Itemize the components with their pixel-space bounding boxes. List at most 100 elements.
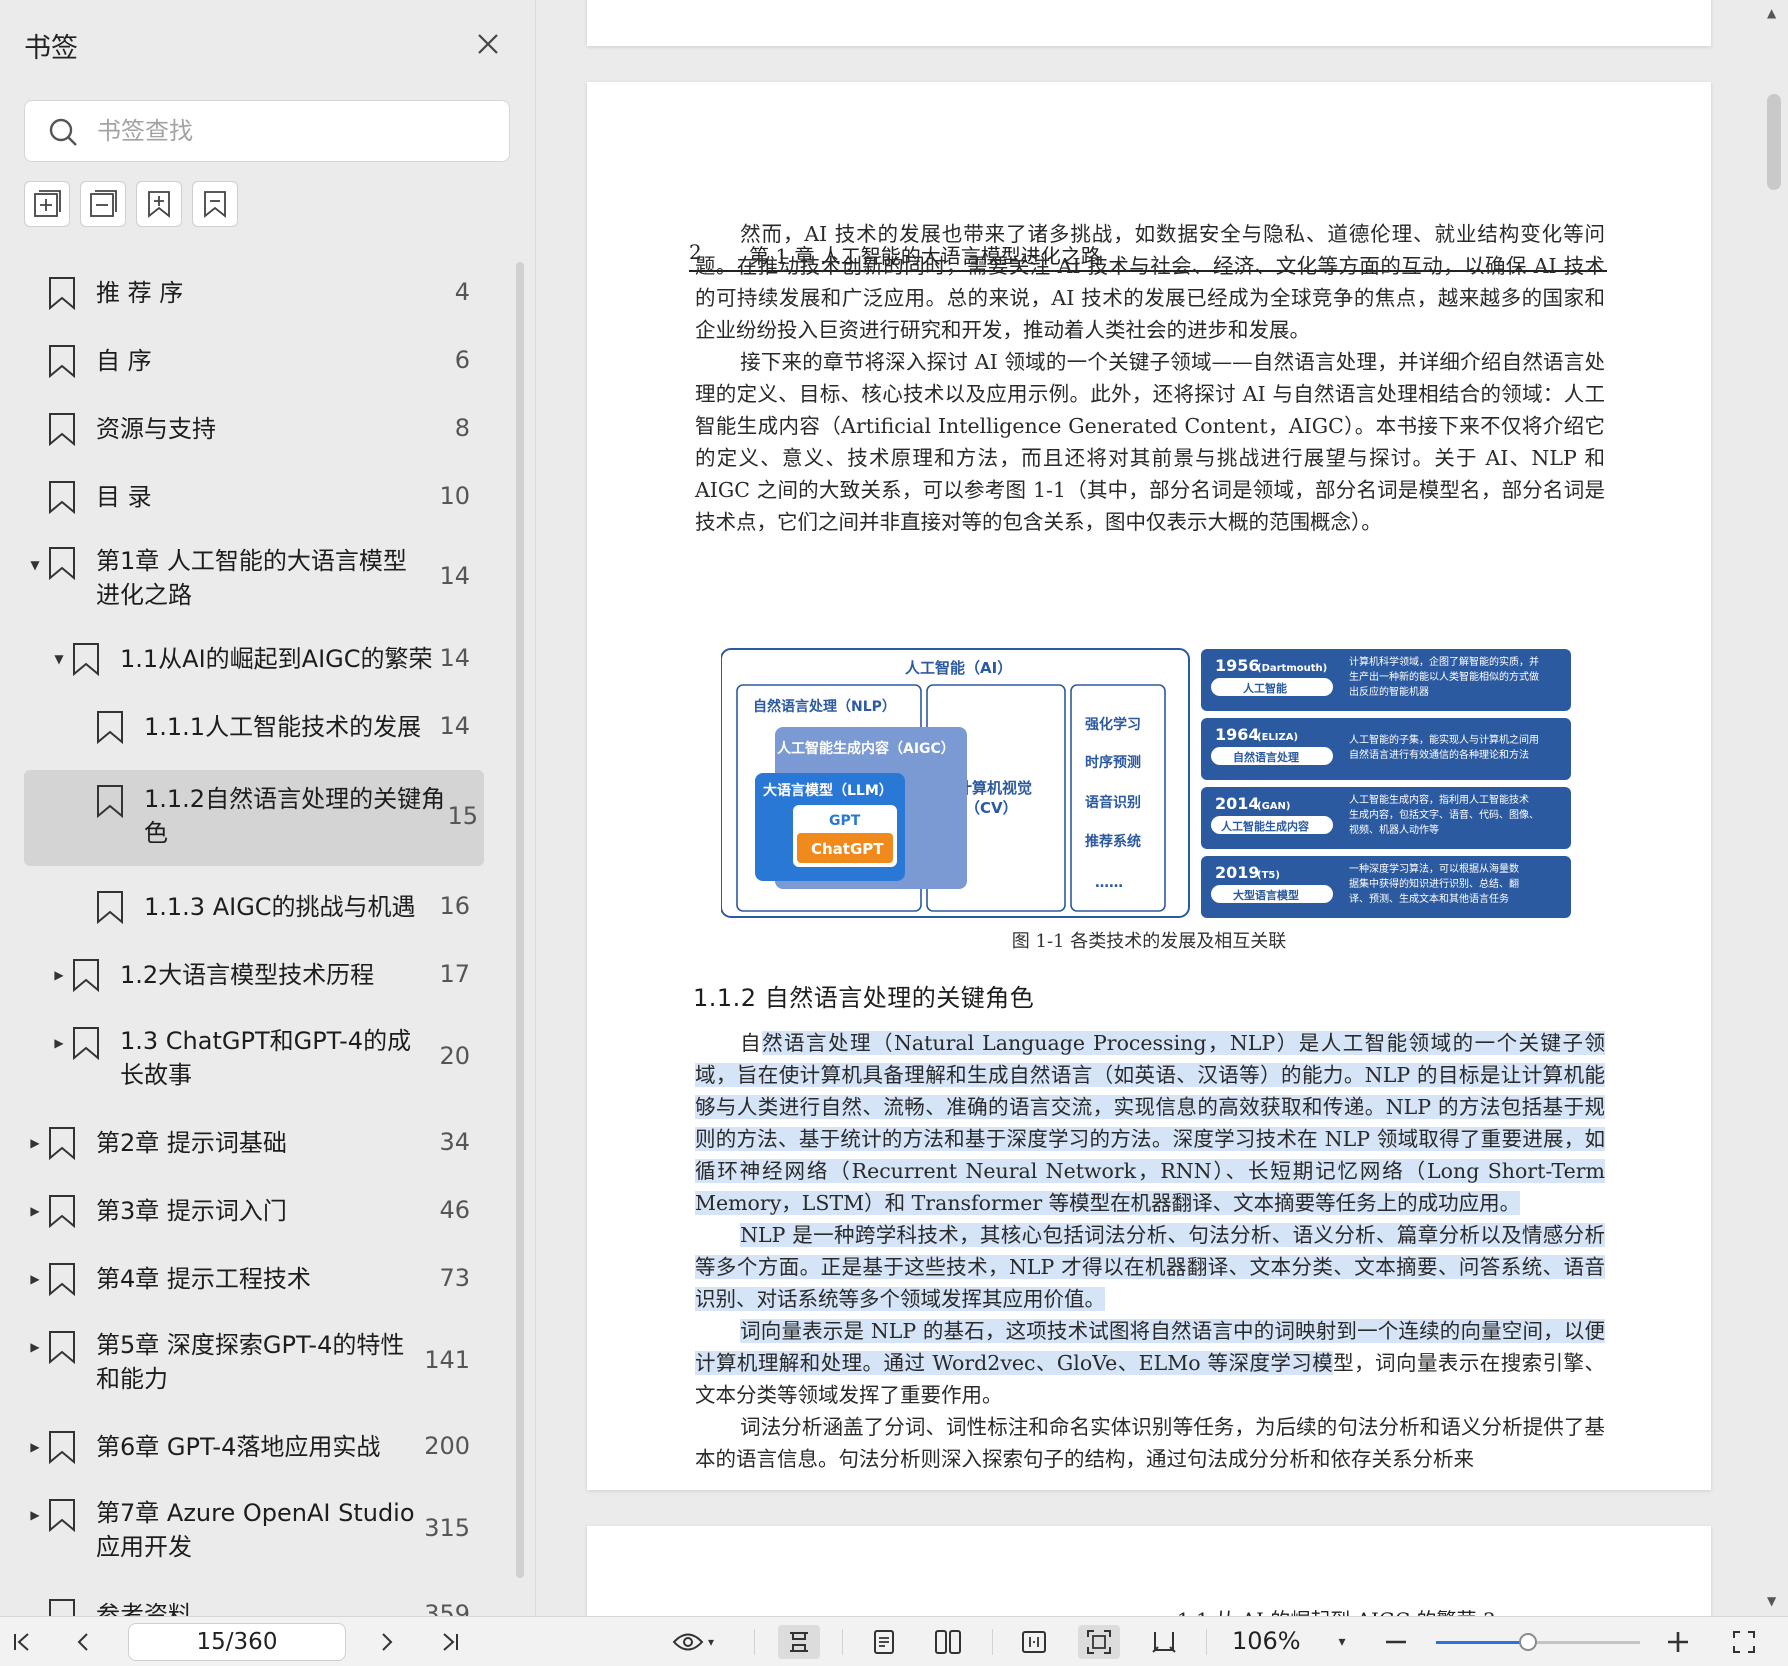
bookmark-item[interactable]: ▶ 1.2大语言模型技术历程 17 <box>0 948 500 1004</box>
timeline-desc: 一种深度学习算法，可以根据从海量数 <box>1349 862 1519 875</box>
bookmark-item[interactable]: ▼ 1.1从AI的崛起到AIGC的繁荣 14 <box>0 632 500 688</box>
page-number-input[interactable] <box>128 1623 346 1661</box>
timeline-2014: 2014 (GAN) 人工智能生成内容 人工智能生成内容，指利用人工智能技术 生… <box>1201 787 1571 849</box>
bookmark-icon <box>49 1599 75 1616</box>
zoom-out-button[interactable] <box>1378 1625 1414 1659</box>
cv-label-line1: 计算机视觉 <box>957 779 1032 797</box>
bookmark-label-line2: 长故事 <box>120 1061 192 1089</box>
rotate-button[interactable] <box>1146 1625 1182 1659</box>
bookmark-item[interactable]: ▶ 第4章 提示工程技术 73 <box>0 1252 500 1308</box>
bookmark-item[interactable]: 目 录 10 <box>0 470 500 526</box>
gpt-label: GPT <box>829 813 861 829</box>
timeline-tag: (T5) <box>1257 870 1280 881</box>
fit-width-button[interactable] <box>1016 1625 1052 1659</box>
sidebar-scrollbar[interactable] <box>516 262 524 1578</box>
bookmark-page: 20 <box>439 1042 470 1070</box>
panel-title: 书签 <box>24 33 78 64</box>
fit-width-icon <box>1022 1631 1046 1653</box>
view-mode-button[interactable]: ▾ <box>664 1625 722 1659</box>
fit-page-button[interactable] <box>1078 1625 1120 1659</box>
timeline-year: 1964 <box>1215 725 1260 744</box>
paragraph-6: 词法分析涵盖了分词、词性标注和命名实体识别等任务，为后续的句法分析和语义分析提供… <box>695 1415 1605 1471</box>
bookmark-item[interactable]: ▶ 1.3 ChatGPT和GPT-4的成 长故事 20 <box>0 1016 500 1100</box>
single-page-button[interactable] <box>866 1625 902 1659</box>
zoom-dropdown[interactable]: ▾ <box>1324 1625 1360 1659</box>
caret-down-icon[interactable]: ▼ <box>28 558 42 572</box>
caret-down-icon[interactable]: ▼ <box>52 652 66 666</box>
bookmark-item[interactable]: 1.1.3 AIGC的挑战与机遇 16 <box>0 880 500 936</box>
bookmark-search-input[interactable] <box>97 111 487 151</box>
document-viewer[interactable]: 2 第 1 章 人工智能的大语言模型进化之路 然而，AI 技术的发展也带来了诸多… <box>537 0 1788 1616</box>
document-scrollbar[interactable] <box>1767 94 1781 190</box>
chevron-left-icon <box>77 1633 88 1651</box>
bookmark-item[interactable]: ▶ 第5章 深度探索GPT-4的特性 和能力 141 <box>0 1320 500 1404</box>
expand-all-button[interactable] <box>24 181 70 227</box>
bookmark-item[interactable]: ▶ 第7章 Azure OpenAI Studio 应用开发 315 <box>0 1488 500 1572</box>
collapse-all-button[interactable] <box>80 181 126 227</box>
bookmark-label: 1.1从AI的崛起到AIGC的繁荣 <box>120 645 433 673</box>
minus-icon <box>1386 1640 1406 1644</box>
continuous-scroll-icon <box>790 1632 808 1652</box>
caret-right-icon[interactable]: ▶ <box>52 1036 66 1050</box>
double-page-button[interactable] <box>930 1625 966 1659</box>
timeline-2019: 2019 (T5) 大型语言模型 一种深度学习算法，可以根据从海量数 据集中获得… <box>1201 856 1571 918</box>
other-tech-4: 推荐系统 <box>1085 833 1141 850</box>
bookmark-item[interactable]: 1.1.1人工智能技术的发展 14 <box>0 700 500 756</box>
previous-page-button[interactable] <box>66 1625 102 1659</box>
bookmark-item[interactable]: 自 序 6 <box>0 334 500 390</box>
caret-right-icon[interactable]: ▶ <box>28 1204 42 1218</box>
other-tech-more: …… <box>1095 875 1123 891</box>
caret-right-icon[interactable]: ▶ <box>28 1340 42 1354</box>
bookmark-item[interactable]: ▶ 第6章 GPT-4落地应用实战 200 <box>0 1420 500 1476</box>
caret-right-icon[interactable]: ▶ <box>52 968 66 982</box>
timeline-desc: 视频、机器人动作等 <box>1349 823 1439 836</box>
expand-all-icon <box>34 190 61 217</box>
timeline-desc: 出反应的智能机器 <box>1349 685 1429 698</box>
timeline-tag: (GAN) <box>1257 801 1290 812</box>
caret-right-icon[interactable]: ▶ <box>28 1508 42 1522</box>
bookmark-icon <box>49 1331 75 1364</box>
bookmark-item-chapter-1[interactable]: ▼ 第1章 人工智能的大语言模型 进化之路 14 <box>0 536 500 620</box>
zoom-slider-handle[interactable] <box>1518 1633 1537 1651</box>
current-page: 2 第 1 章 人工智能的大语言模型进化之路 然而，AI 技术的发展也带来了诸多… <box>587 82 1711 1490</box>
scroll-up-icon[interactable]: ▲ <box>1767 6 1776 20</box>
caret-right-icon[interactable]: ▶ <box>28 1440 42 1454</box>
paragraph-4: NLP 是一种跨学科技术，其核心包括词法分析、句法分析、语义分析、篇章分析以及情… <box>695 1219 1605 1315</box>
bookmark-label-line2: 进化之路 <box>96 581 192 609</box>
last-page-button[interactable] <box>432 1625 468 1659</box>
selected-text[interactable]: NLP 是一种跨学科技术，其核心包括词法分析、句法分析、语义分析、篇章分析以及情… <box>695 1223 1605 1311</box>
bookmark-item[interactable]: ▶ 第2章 提示词基础 34 <box>0 1116 500 1172</box>
zoom-in-button[interactable] <box>1660 1625 1696 1659</box>
fullscreen-button[interactable] <box>1726 1625 1762 1659</box>
llm-label: 大语言模型（LLM） <box>763 782 893 799</box>
bookmark-item[interactable]: 推 荐 序 4 <box>0 266 500 322</box>
bookmark-item[interactable]: 参考资料 359 <box>0 1588 500 1616</box>
first-page-button[interactable] <box>4 1625 40 1659</box>
section-heading: 1.1.2 自然语言处理的关键角色 <box>693 984 1035 1012</box>
bookmark-search[interactable] <box>24 100 510 162</box>
bookmark-page: 46 <box>439 1196 470 1224</box>
next-page-header: 1.1 从 AI 的崛起到 AIGC 的繁荣 3 <box>1177 1604 1496 1616</box>
timeline-year: 2014 <box>1215 794 1260 813</box>
next-page-button[interactable] <box>368 1625 404 1659</box>
bookmark-item[interactable]: ▶ 第3章 提示词入门 46 <box>0 1184 500 1240</box>
caret-right-icon[interactable]: ▶ <box>28 1136 42 1150</box>
timeline-desc: 人工智能生成内容，指利用人工智能技术 <box>1349 793 1529 806</box>
remove-bookmark-button[interactable] <box>192 181 238 227</box>
add-bookmark-button[interactable] <box>136 181 182 227</box>
bookmark-item-selected[interactable]: 1.1.2自然语言处理的关键角 色 15 <box>24 770 484 866</box>
timeline-year: 1956 <box>1215 656 1260 675</box>
bookmark-item[interactable]: 资源与支持 8 <box>0 402 500 458</box>
scroll-down-icon[interactable]: ▼ <box>1767 1594 1776 1608</box>
selected-text[interactable]: 然语言处理（Natural Language Processing，NLP）是人… <box>695 1031 1605 1215</box>
zoom-level[interactable]: 106% <box>1232 1627 1301 1655</box>
previous-page <box>587 0 1711 46</box>
caret-right-icon[interactable]: ▶ <box>28 1272 42 1286</box>
figure-1-1: 人工智能（AI） 自然语言处理（NLP） 计算机视觉 （CV） 强化学习 时序预… <box>720 647 1585 921</box>
continuous-scroll-button[interactable] <box>778 1625 820 1659</box>
close-icon[interactable] <box>470 26 506 62</box>
bookmark-page: 73 <box>439 1264 470 1292</box>
zoom-slider[interactable] <box>1436 1633 1640 1651</box>
bookmark-page: 8 <box>454 414 470 442</box>
toolbar-divider <box>992 1629 993 1655</box>
